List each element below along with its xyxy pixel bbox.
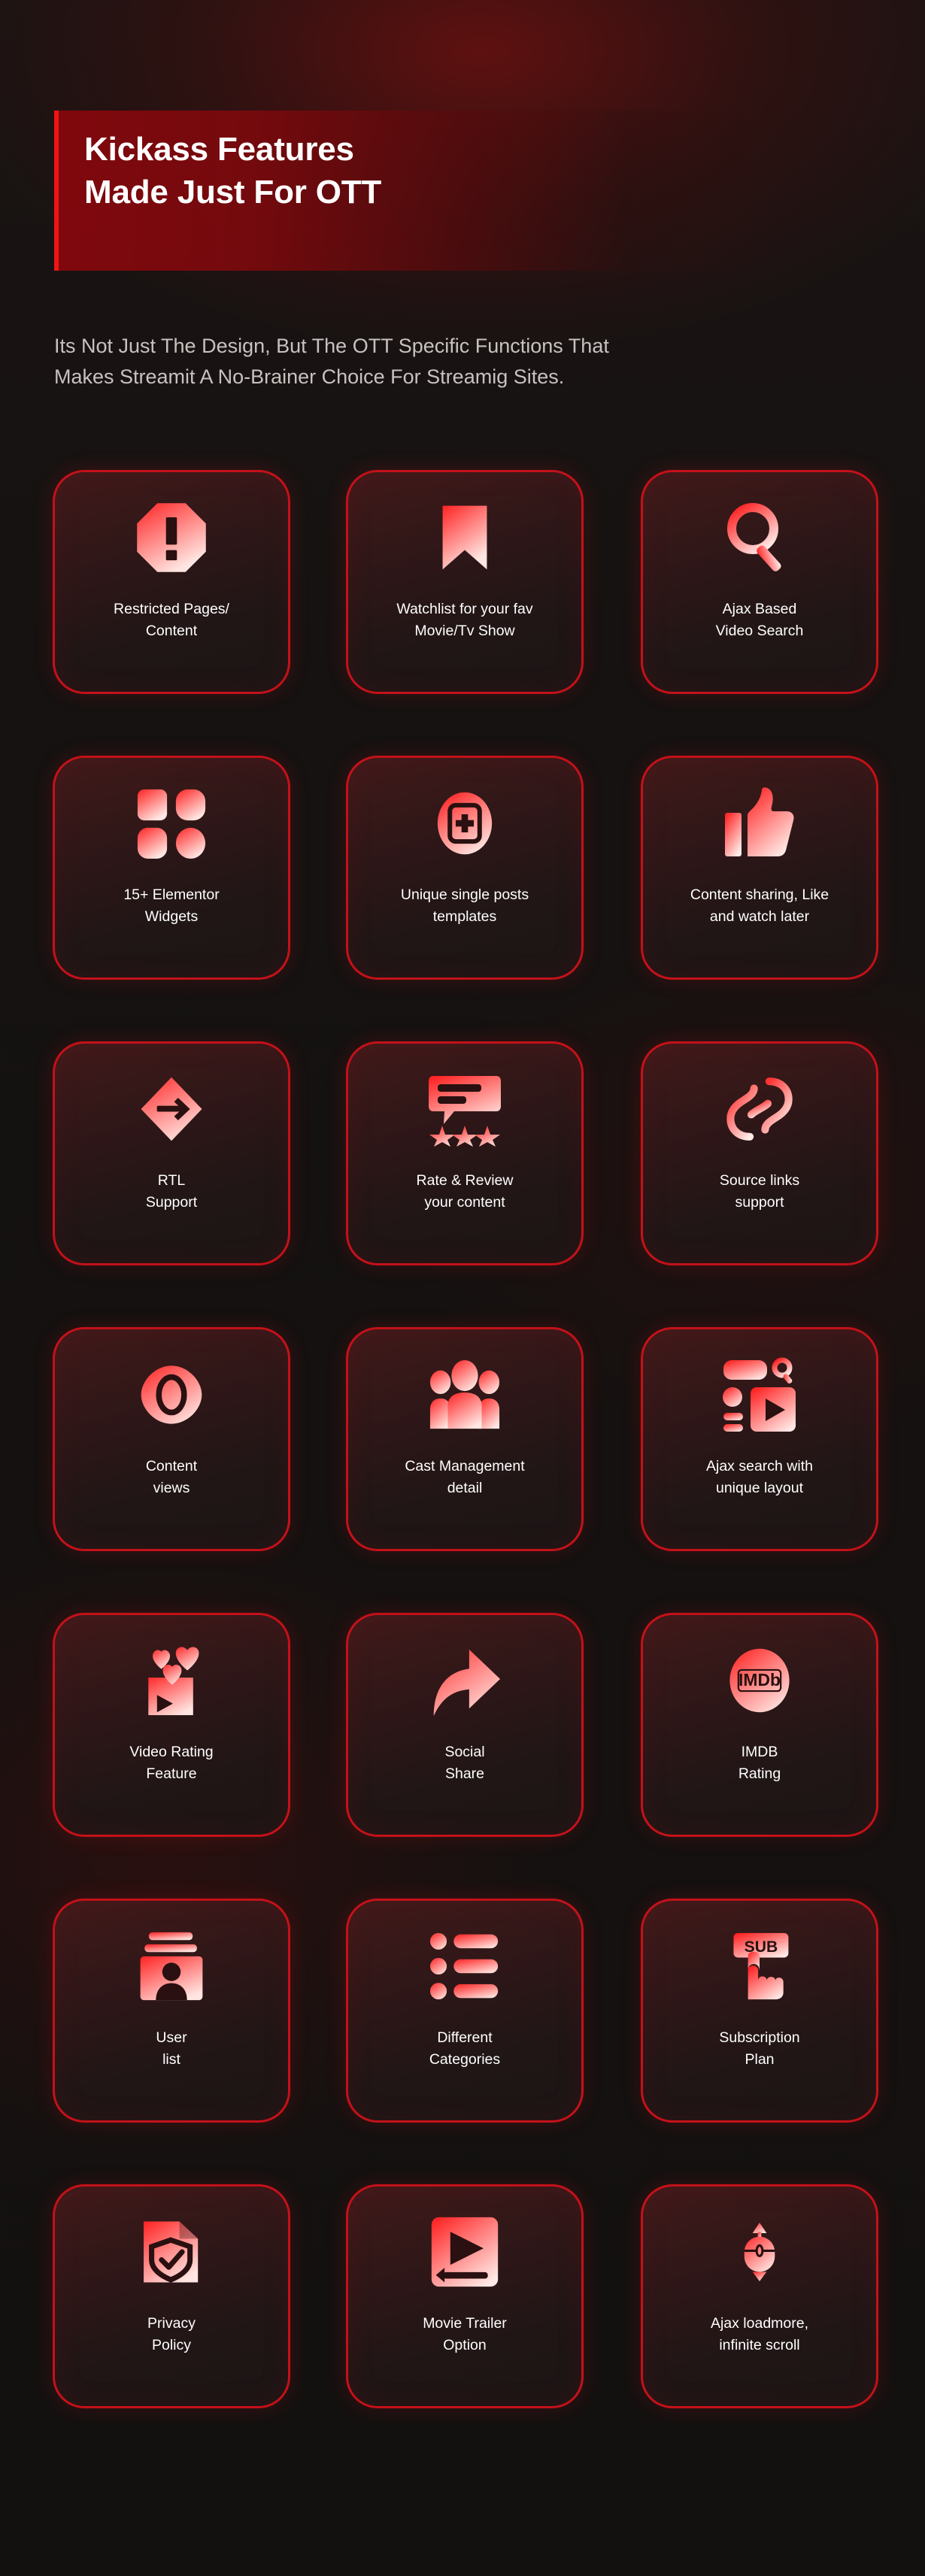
- feature-card[interactable]: 15+ Elementor Widgets: [53, 756, 290, 980]
- feature-card-label: Ajax Based Video Search: [715, 601, 804, 639]
- thumbs-up-icon: [643, 758, 876, 884]
- feature-card[interactable]: Content sharing, Like and watch later: [641, 756, 878, 980]
- feature-row: Content views Cast Management detail Ajax …: [53, 1327, 878, 1613]
- chain-link-icon: [643, 1044, 876, 1170]
- feature-card-label: 15+ Elementor Widgets: [123, 886, 220, 925]
- feature-card-label: Content views: [145, 1458, 198, 1496]
- search-layout-play-icon: [643, 1329, 876, 1456]
- curved-share-arrow-icon: [348, 1615, 581, 1741]
- svg-text:IMDb: IMDb: [738, 1670, 781, 1690]
- features-page: Kickass Features Made Just For OTT Its N…: [0, 0, 925, 2576]
- feature-card[interactable]: Source links support: [641, 1041, 878, 1265]
- feature-row: User list Different Categories SUB Subscrip…: [53, 1899, 878, 2184]
- feature-card-label: Rate & Review your content: [416, 1172, 514, 1211]
- feature-row: Restricted Pages/ Content Watchlist for y…: [53, 470, 878, 756]
- feature-card[interactable]: Rate & Review your content: [346, 1041, 584, 1265]
- feature-card[interactable]: Ajax search with unique layout: [641, 1327, 878, 1551]
- feature-row: RTL Support Rate & Review your content Sou…: [53, 1041, 878, 1327]
- user-card-list-icon: [55, 1901, 288, 2027]
- feature-card[interactable]: Different Categories: [346, 1899, 584, 2123]
- page-subtitle: Its Not Just The Design, But The OTT Spe…: [54, 335, 609, 388]
- svg-text:SUB: SUB: [745, 1938, 778, 1956]
- feature-card[interactable]: Content views: [53, 1327, 290, 1551]
- feature-card[interactable]: Ajax Based Video Search: [641, 470, 878, 694]
- feature-card-label: Social Share: [444, 1744, 485, 1782]
- feature-card[interactable]: Watchlist for your fav Movie/Tv Show: [346, 470, 584, 694]
- document-shield-check-icon: [55, 2187, 288, 2313]
- feature-card[interactable]: User list: [53, 1899, 290, 2123]
- feature-card-label: Video Rating Feature: [129, 1744, 214, 1782]
- feature-card-label: User list: [156, 2029, 187, 2068]
- feature-card-label: Privacy Policy: [147, 2315, 196, 2353]
- feature-card[interactable]: Cast Management detail: [346, 1327, 584, 1551]
- feature-card[interactable]: Ajax loadmore, infinite scroll: [641, 2184, 878, 2408]
- imdb-circle-icon: IMDb: [643, 1615, 876, 1741]
- feature-card-label: Ajax search with unique layout: [706, 1458, 813, 1496]
- sub-button-hand-icon: SUB: [643, 1901, 876, 2027]
- features-grid: Restricted Pages/ Content Watchlist for y…: [53, 470, 878, 2470]
- feature-row: Privacy Policy Movie Trailer Option Ajax l…: [53, 2184, 878, 2470]
- diamond-arrow-rtl-icon: [55, 1044, 288, 1170]
- mouse-scroll-icon: [643, 2187, 876, 2313]
- comment-stars-rating-icon: [348, 1044, 581, 1170]
- feature-card-label: Subscription Plan: [719, 2029, 800, 2068]
- feature-card-label: Unique single posts templates: [400, 886, 529, 925]
- bullet-list-categories-icon: [348, 1901, 581, 2027]
- feature-card-label: Cast Management detail: [405, 1458, 525, 1496]
- page-title: Kickass Features Made Just For OTT: [84, 131, 382, 211]
- feature-card-label: RTL Support: [145, 1172, 198, 1211]
- feature-card[interactable]: Movie Trailer Option: [346, 2184, 584, 2408]
- feature-card[interactable]: RTL Support: [53, 1041, 290, 1265]
- feature-card-label: Watchlist for your fav Movie/Tv Show: [396, 601, 533, 639]
- bookmark-icon: [348, 472, 581, 599]
- feature-card[interactable]: Video Rating Feature: [53, 1613, 290, 1837]
- feature-card[interactable]: SUB Subscription Plan: [641, 1899, 878, 2123]
- trailer-play-slider-icon: [348, 2187, 581, 2313]
- oval-plus-post-icon: [348, 758, 581, 884]
- feature-card[interactable]: IMDb IMDB Rating: [641, 1613, 878, 1837]
- feature-card[interactable]: Social Share: [346, 1613, 584, 1837]
- magnifier-search-icon: [643, 472, 876, 599]
- octagon-exclamation-icon: [55, 472, 288, 599]
- feature-card[interactable]: Restricted Pages/ Content: [53, 470, 290, 694]
- header-accent-bar: [54, 111, 59, 271]
- feature-card-label: Ajax loadmore, infinite scroll: [710, 2315, 809, 2353]
- feature-card-label: Content sharing, Like and watch later: [690, 886, 829, 925]
- feature-card[interactable]: Privacy Policy: [53, 2184, 290, 2408]
- feature-row: 15+ Elementor Widgets Unique single posts…: [53, 756, 878, 1041]
- feature-card-label: Source links support: [719, 1172, 800, 1211]
- feature-card-label: Movie Trailer Option: [423, 2315, 507, 2353]
- feature-card[interactable]: Unique single posts templates: [346, 756, 584, 980]
- feature-row: Video Rating Feature Social Share IMDb IMDB…: [53, 1613, 878, 1899]
- people-group-icon: [348, 1329, 581, 1456]
- feature-card-label: IMDB Rating: [738, 1744, 781, 1782]
- hearts-video-rating-icon: [55, 1615, 288, 1741]
- four-blocks-widgets-icon: [55, 758, 288, 884]
- feature-card-label: Restricted Pages/ Content: [114, 601, 229, 639]
- eye-views-icon: [55, 1329, 288, 1456]
- feature-card-label: Different Categories: [429, 2029, 501, 2068]
